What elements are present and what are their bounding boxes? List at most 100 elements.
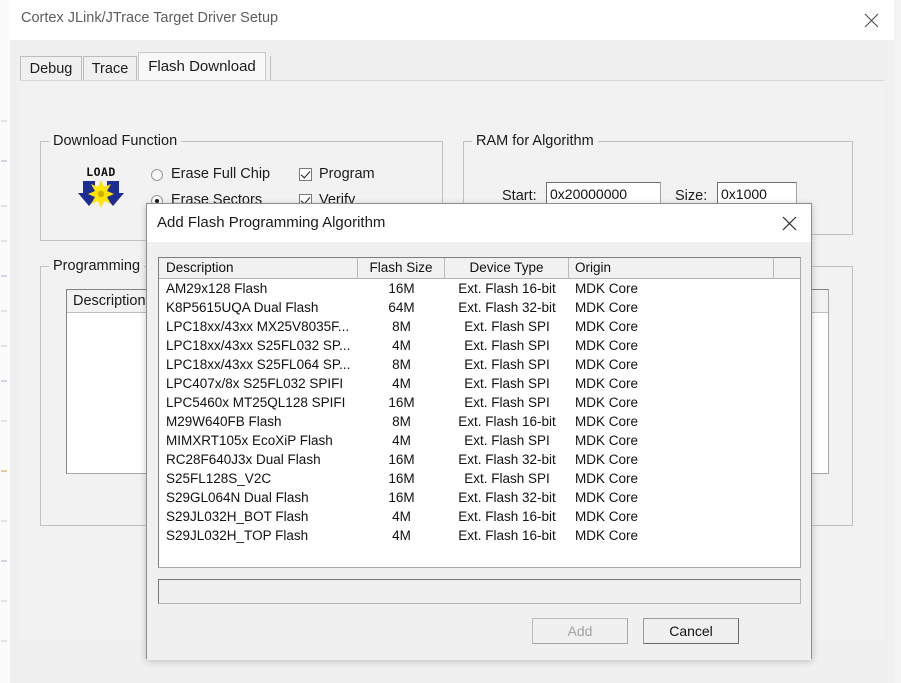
cell-origin: MDK Core [575,357,639,372]
cell-device-type: Ext. Flash SPI [464,338,550,353]
column-header-device-type[interactable]: Device Type [445,258,569,278]
tab-strip-divider [270,56,273,80]
column-header-device-type-label: Device Type [469,260,544,275]
cell-device-type: Ext. Flash SPI [464,357,550,372]
table-row[interactable]: LPC407x/8x S25FL032 SPIFI 4M Ext. Flash SP… [159,374,800,393]
cell-flash-size: 16M [388,471,415,486]
cell-flash-size: 4M [392,376,411,391]
table-row[interactable]: MIMXRT105x EcoXiP Flash 4M Ext. Flash SPI M… [159,431,800,450]
table-row[interactable]: M29W640FB Flash 8M Ext. Flash 16-bit MDK Co… [159,412,800,431]
cell-device-type: Ext. Flash 16-bit [458,509,556,524]
checkbox-program-indicator [299,168,312,181]
cell-flash-size: 64M [388,300,415,315]
dialog-title-bar: Add Flash Programming Algorithm [147,204,811,242]
cell-device-type: Ext. Flash 16-bit [458,528,556,543]
table-row[interactable]: RC28F640J3x Dual Flash 16M Ext. Flash 32-b… [159,450,800,469]
close-icon [782,216,796,230]
table-row[interactable]: S29GL064N Dual Flash 16M Ext. Flash 32-bit… [159,488,800,507]
column-header-origin-label: Origin [575,260,612,275]
tab-flash-download[interactable]: Flash Download [138,52,266,80]
screen: Cortex JLink/JTrace Target Driver Setup … [0,0,901,683]
radio-erase-full-chip-label: Erase Full Chip [171,166,271,182]
table-row[interactable]: S29JL032H_TOP Flash 4M Ext. Flash 16-bit MD… [159,526,800,545]
tab-debug[interactable]: Debug [20,56,82,80]
cell-device-type: Ext. Flash 32-bit [458,490,556,505]
cell-flash-size: 16M [388,490,415,505]
cell-flash-size: 16M [388,395,415,410]
cell-flash-size: 16M [388,281,415,296]
cell-flash-size: 4M [392,509,411,524]
cell-device-type: Ext. Flash SPI [464,395,550,410]
cancel-button[interactable]: Cancel [643,618,739,644]
table-row[interactable]: LPC18xx/43xx S25FL064 SP... 8M Ext. Flash … [159,355,800,374]
cell-device-type: Ext. Flash SPI [464,471,550,486]
cell-device-type: Ext. Flash 16-bit [458,281,556,296]
column-header-flash-size-label: Flash Size [369,260,433,275]
cell-origin: MDK Core [575,376,639,391]
add-button-label: Add [567,623,593,639]
table-row[interactable]: AM29x128 Flash 16M Ext. Flash 16-bit MDK Co… [159,279,800,298]
cell-device-type: Ext. Flash 16-bit [458,414,556,429]
flash-algorithm-rows: AM29x128 Flash 16M Ext. Flash 16-bit MDK Co… [159,279,800,545]
table-row[interactable]: LPC18xx/43xx S25FL032 SP... 4M Ext. Flash … [159,336,800,355]
table-row[interactable]: K8P5615UQA Dual Flash 64M Ext. Flash 32-bi… [159,298,800,317]
group-ram-for-algorithm-legend: RAM for Algorithm [472,133,598,149]
cell-origin: MDK Core [575,433,639,448]
radio-erase-full-chip-indicator [151,169,163,181]
cell-device-type: Ext. Flash 32-bit [458,452,556,467]
cell-description: LPC5460x MT25QL128 SPIFI [166,395,346,410]
dialog-body: Description Flash Size Device Type Origi… [147,242,811,660]
group-download-function-legend: Download Function [49,133,182,149]
column-header-description-label: Description [166,260,234,275]
window-close-button[interactable] [848,0,894,40]
column-header-spacer[interactable] [774,258,800,278]
cell-description: AM29x128 Flash [166,281,268,296]
cancel-button-label: Cancel [669,623,713,639]
cell-flash-size: 4M [392,528,411,543]
add-flash-programming-algorithm-dialog: Add Flash Programming Algorithm Descript… [146,203,812,660]
cell-description: K8P5615UQA Dual Flash [166,300,319,315]
add-button[interactable]: Add [532,618,628,644]
cell-origin: MDK Core [575,490,639,505]
table-row[interactable]: LPC18xx/43xx MX25V8035F... 8M Ext. Flash S… [159,317,800,336]
flash-algorithm-list-header: Description Flash Size Device Type Origi… [159,258,800,279]
tab-debug-label: Debug [29,60,73,77]
dialog-title: Add Flash Programming Algorithm [157,214,386,231]
ram-start-label: Start: [502,188,537,204]
window-title: Cortex JLink/JTrace Target Driver Setup [21,10,279,26]
cell-device-type: Ext. Flash SPI [464,433,550,448]
flash-algorithm-list[interactable]: Description Flash Size Device Type Origi… [158,257,801,568]
cell-origin: MDK Core [575,414,639,429]
cell-description: LPC18xx/43xx S25FL064 SP... [166,357,351,372]
load-icon: LOAD [78,164,124,208]
cell-origin: MDK Core [575,471,639,486]
column-header-flash-size[interactable]: Flash Size [358,258,445,278]
column-header-description[interactable]: Description [160,258,358,278]
algorithm-path-input[interactable] [158,579,801,604]
checkbox-program-label: Program [319,166,375,182]
ram-size-label: Size: [675,188,708,204]
cell-origin: MDK Core [575,452,639,467]
cell-flash-size: 8M [392,414,411,429]
group-programming-legend: Programming [49,258,145,274]
cell-description: S29GL064N Dual Flash [166,490,309,505]
cell-origin: MDK Core [575,338,639,353]
background-app-strip [0,0,10,683]
tab-trace[interactable]: Trace [83,56,137,80]
cell-origin: MDK Core [575,281,639,296]
window-title-bar: Cortex JLink/JTrace Target Driver Setup [10,0,894,40]
close-icon [864,13,878,27]
table-row[interactable]: S29JL032H_BOT Flash 4M Ext. Flash 16-bit MD… [159,507,800,526]
cell-origin: MDK Core [575,319,639,334]
table-row[interactable]: S25FL128S_V2C 16M Ext. Flash SPI MDK Core [159,469,800,488]
column-header-origin[interactable]: Origin [569,258,774,278]
cell-flash-size: 16M [388,452,415,467]
load-icon-label: LOAD [86,165,116,179]
dialog-close-button[interactable] [767,204,811,242]
cell-description: RC28F640J3x Dual Flash [166,452,321,467]
cell-flash-size: 8M [392,319,411,334]
table-row[interactable]: LPC5460x MT25QL128 SPIFI 16M Ext. Flash SP… [159,393,800,412]
cell-description: S25FL128S_V2C [166,471,272,486]
tab-trace-label: Trace [91,60,129,77]
cell-device-type: Ext. Flash SPI [464,376,550,391]
